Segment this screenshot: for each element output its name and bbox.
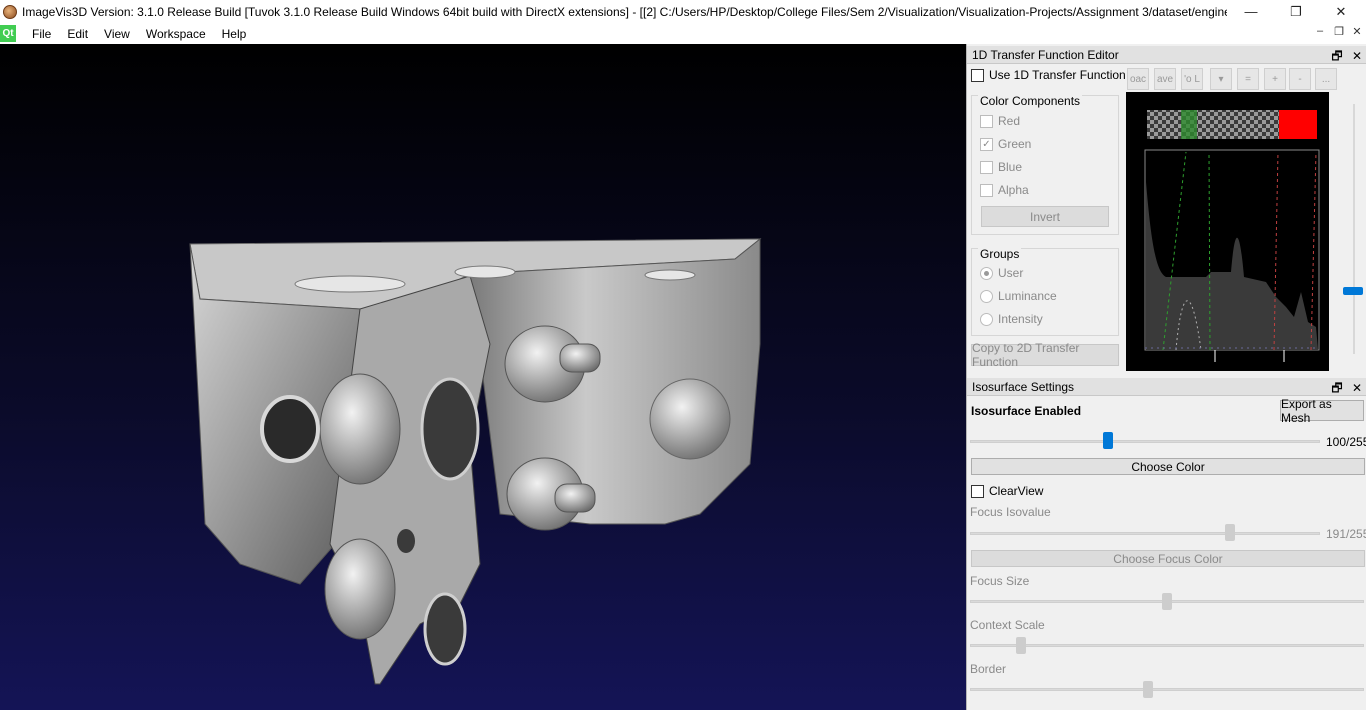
menu-file[interactable]: File	[24, 27, 59, 41]
component-red[interactable]: Red	[980, 114, 1020, 128]
tf-load-button[interactable]: oac	[1127, 68, 1149, 90]
copy-to-2d-tf-button[interactable]: Copy to 2D Transfer Function	[971, 341, 1119, 369]
component-alpha-checkbox[interactable]	[980, 183, 993, 197]
focus-isovalue-label: Focus Isovalue	[970, 505, 1051, 519]
isosurface-title-bar: Isosurface Settings 🗗 ✕	[967, 378, 1366, 396]
border-slider-track	[970, 688, 1364, 691]
component-red-label: Red	[998, 114, 1021, 128]
isosurface-title: Isosurface Settings	[972, 379, 1075, 394]
group-intensity-radio[interactable]	[980, 312, 993, 326]
group-user-radio[interactable]	[980, 266, 993, 280]
component-green[interactable]: ✓ Green	[980, 137, 1031, 151]
tf-red-band	[1279, 110, 1317, 139]
engine-volume-render	[189, 237, 762, 685]
tf-remove-button[interactable]: -	[1289, 68, 1311, 90]
focus-size-label: Focus Size	[970, 574, 1030, 588]
tf-canvas[interactable]	[1126, 92, 1329, 371]
group-intensity-label: Intensity	[998, 312, 1043, 326]
choose-color-button[interactable]: Choose Color	[971, 458, 1365, 475]
group-user[interactable]: User	[980, 266, 1023, 280]
isosurface-float-icon[interactable]: 🗗	[1331, 381, 1342, 395]
context-scale-slider-handle[interactable]	[1016, 637, 1027, 654]
menu-bar: Qt File Edit View Workspace Help	[0, 23, 1366, 44]
border-slider-handle[interactable]	[1142, 681, 1153, 698]
group-user-label: User	[998, 266, 1024, 280]
tf-scale-slider-track	[1353, 104, 1355, 354]
maximize-button[interactable]: ❐	[1273, 0, 1319, 23]
isosurface-close-icon[interactable]: ✕	[1352, 381, 1362, 395]
component-alpha[interactable]: Alpha	[980, 183, 1029, 197]
clearview-label: ClearView	[989, 484, 1044, 498]
component-blue[interactable]: Blue	[980, 160, 1022, 174]
tf-editor-title: 1D Transfer Function Editor	[972, 47, 1119, 62]
menu-workspace[interactable]: Workspace	[138, 27, 214, 41]
component-green-label: Green	[998, 137, 1032, 151]
focus-size-slider-handle[interactable]	[1162, 593, 1172, 610]
close-window-button[interactable]: ✕	[1318, 0, 1364, 23]
menu-view[interactable]: View	[96, 27, 138, 41]
color-components-group: Color Components Red ✓ Green Blue Alpha I…	[971, 94, 1119, 235]
minimize-button[interactable]: —	[1228, 0, 1274, 23]
use-tf-checkbox-box[interactable]	[971, 68, 984, 82]
group-luminance-label: Luminance	[998, 289, 1057, 303]
isosurface-enabled-label: Isosurface Enabled	[971, 404, 1082, 418]
group-luminance[interactable]: Luminance	[980, 289, 1057, 303]
component-blue-label: Blue	[998, 160, 1023, 174]
tf-editor-title-bar: 1D Transfer Function Editor 🗗 ✕	[967, 46, 1366, 64]
component-blue-checkbox[interactable]	[980, 160, 993, 174]
mdi-restore-button[interactable]: ❐	[1330, 25, 1348, 38]
tf-dropdown-button[interactable]: ▾	[1210, 68, 1232, 90]
groups-group: Groups User Luminance Intensity	[971, 247, 1119, 336]
focus-isovalue-slider-track	[970, 532, 1320, 535]
tf-add-button[interactable]: +	[1264, 68, 1286, 90]
isovalue-slider-track	[970, 440, 1320, 443]
component-alpha-label: Alpha	[998, 183, 1029, 197]
tf-scale-slider-handle[interactable]	[1343, 287, 1363, 295]
tf-equal-button[interactable]: =	[1237, 68, 1259, 90]
border-label: Border	[970, 662, 1007, 676]
clearview-checkbox-box[interactable]	[971, 484, 984, 498]
window-title: ImageVis3D Version: 3.1.0 Release Build …	[22, 4, 1227, 19]
render-viewport[interactable]	[0, 44, 966, 710]
context-scale-label: Context Scale	[970, 618, 1045, 632]
group-luminance-radio[interactable]	[980, 289, 993, 303]
tf-editor-close-icon[interactable]: ✕	[1352, 49, 1362, 63]
app-icon	[3, 4, 17, 19]
focus-isovalue-readout: 191/255	[1326, 527, 1366, 541]
use-tf-checkbox[interactable]: Use 1D Transfer Function	[971, 68, 1126, 82]
group-intensity[interactable]: Intensity	[980, 312, 1043, 326]
menu-help[interactable]: Help	[214, 27, 255, 41]
isovalue-slider-handle[interactable]	[1103, 432, 1114, 449]
mdi-minimize-button[interactable]: –	[1311, 25, 1329, 37]
use-tf-label: Use 1D Transfer Function	[989, 68, 1126, 82]
dock-panel: 1D Transfer Function Editor 🗗 ✕ Use 1D T…	[966, 44, 1366, 710]
title-bar: ImageVis3D Version: 3.1.0 Release Build …	[0, 0, 1366, 23]
groups-title: Groups	[978, 247, 1022, 261]
menu-edit[interactable]: Edit	[59, 27, 96, 41]
tf-histogram	[1146, 182, 1318, 350]
tf-green-band	[1181, 110, 1197, 139]
isovalue-readout: 100/255	[1326, 435, 1366, 449]
component-red-checkbox[interactable]	[980, 114, 993, 128]
tf-save-button[interactable]: ave	[1154, 68, 1176, 90]
focus-isovalue-slider-handle[interactable]	[1224, 524, 1235, 541]
choose-focus-color-button[interactable]: Choose Focus Color	[971, 550, 1365, 567]
tf-editor-float-icon[interactable]: 🗗	[1331, 49, 1342, 63]
invert-button[interactable]: Invert	[981, 206, 1109, 227]
context-scale-slider-track	[970, 644, 1364, 647]
color-components-title: Color Components	[978, 94, 1083, 108]
mdi-close-button[interactable]: ✕	[1348, 25, 1366, 38]
tf-histogram-plot	[1144, 110, 1320, 362]
component-green-checkbox[interactable]: ✓	[980, 137, 993, 151]
qt-logo-icon: Qt	[0, 25, 16, 42]
tf-more-button[interactable]: ...	[1315, 68, 1337, 90]
clearview-checkbox[interactable]: ClearView	[971, 484, 1043, 498]
export-mesh-button[interactable]: Export as Mesh	[1280, 397, 1364, 425]
tf-to-lut-button[interactable]: 'o L	[1181, 68, 1203, 90]
